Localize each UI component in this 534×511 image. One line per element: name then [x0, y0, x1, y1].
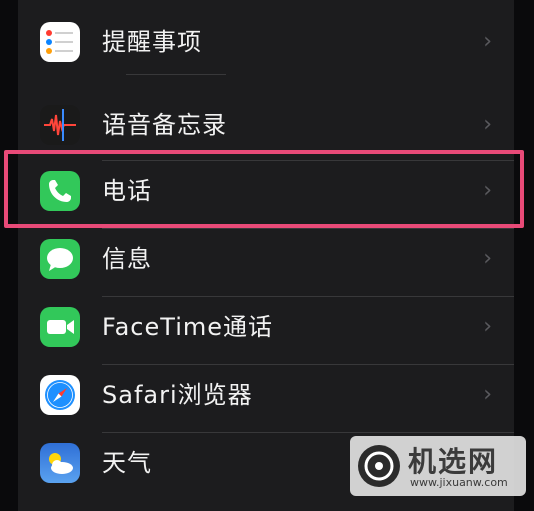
- settings-row-label: Safari浏览器: [102, 381, 253, 409]
- settings-row-label: 语音备忘录: [102, 111, 227, 139]
- messages-icon: [40, 239, 80, 279]
- settings-row-label: 天气: [102, 449, 152, 477]
- divider: [126, 74, 226, 75]
- chevron-right-icon: ›: [483, 112, 492, 137]
- highlight-box: [4, 150, 524, 228]
- watermark: 机选网 www.jixuanw.com: [350, 436, 526, 496]
- weather-icon: [40, 443, 80, 483]
- settings-list: 提醒事项 › 语音备忘录 › 电话 › 信息 › FaceTime通话 › Sa…: [18, 0, 514, 511]
- chevron-right-icon: ›: [483, 29, 492, 54]
- settings-row-label: 提醒事项: [102, 28, 202, 56]
- facetime-icon: [40, 307, 80, 347]
- settings-row-facetime[interactable]: FaceTime通话 ›: [18, 297, 514, 357]
- chevron-right-icon: ›: [483, 314, 492, 339]
- settings-row-label: 信息: [102, 245, 152, 273]
- safari-icon: [40, 375, 80, 415]
- voice-memos-icon: [40, 105, 80, 145]
- watermark-title: 机选网: [408, 445, 499, 478]
- watermark-logo-icon: [358, 445, 400, 487]
- settings-row-safari[interactable]: Safari浏览器 ›: [18, 365, 514, 425]
- chevron-right-icon: ›: [483, 382, 492, 407]
- reminders-icon: [40, 22, 80, 62]
- settings-row-messages[interactable]: 信息 ›: [18, 229, 514, 289]
- watermark-url: www.jixuanw.com: [410, 476, 508, 489]
- settings-row-reminders[interactable]: 提醒事项 ›: [18, 12, 514, 72]
- settings-row-label: FaceTime通话: [102, 313, 274, 341]
- chevron-right-icon: ›: [483, 246, 492, 271]
- settings-row-voice-memos[interactable]: 语音备忘录 ›: [18, 95, 514, 155]
